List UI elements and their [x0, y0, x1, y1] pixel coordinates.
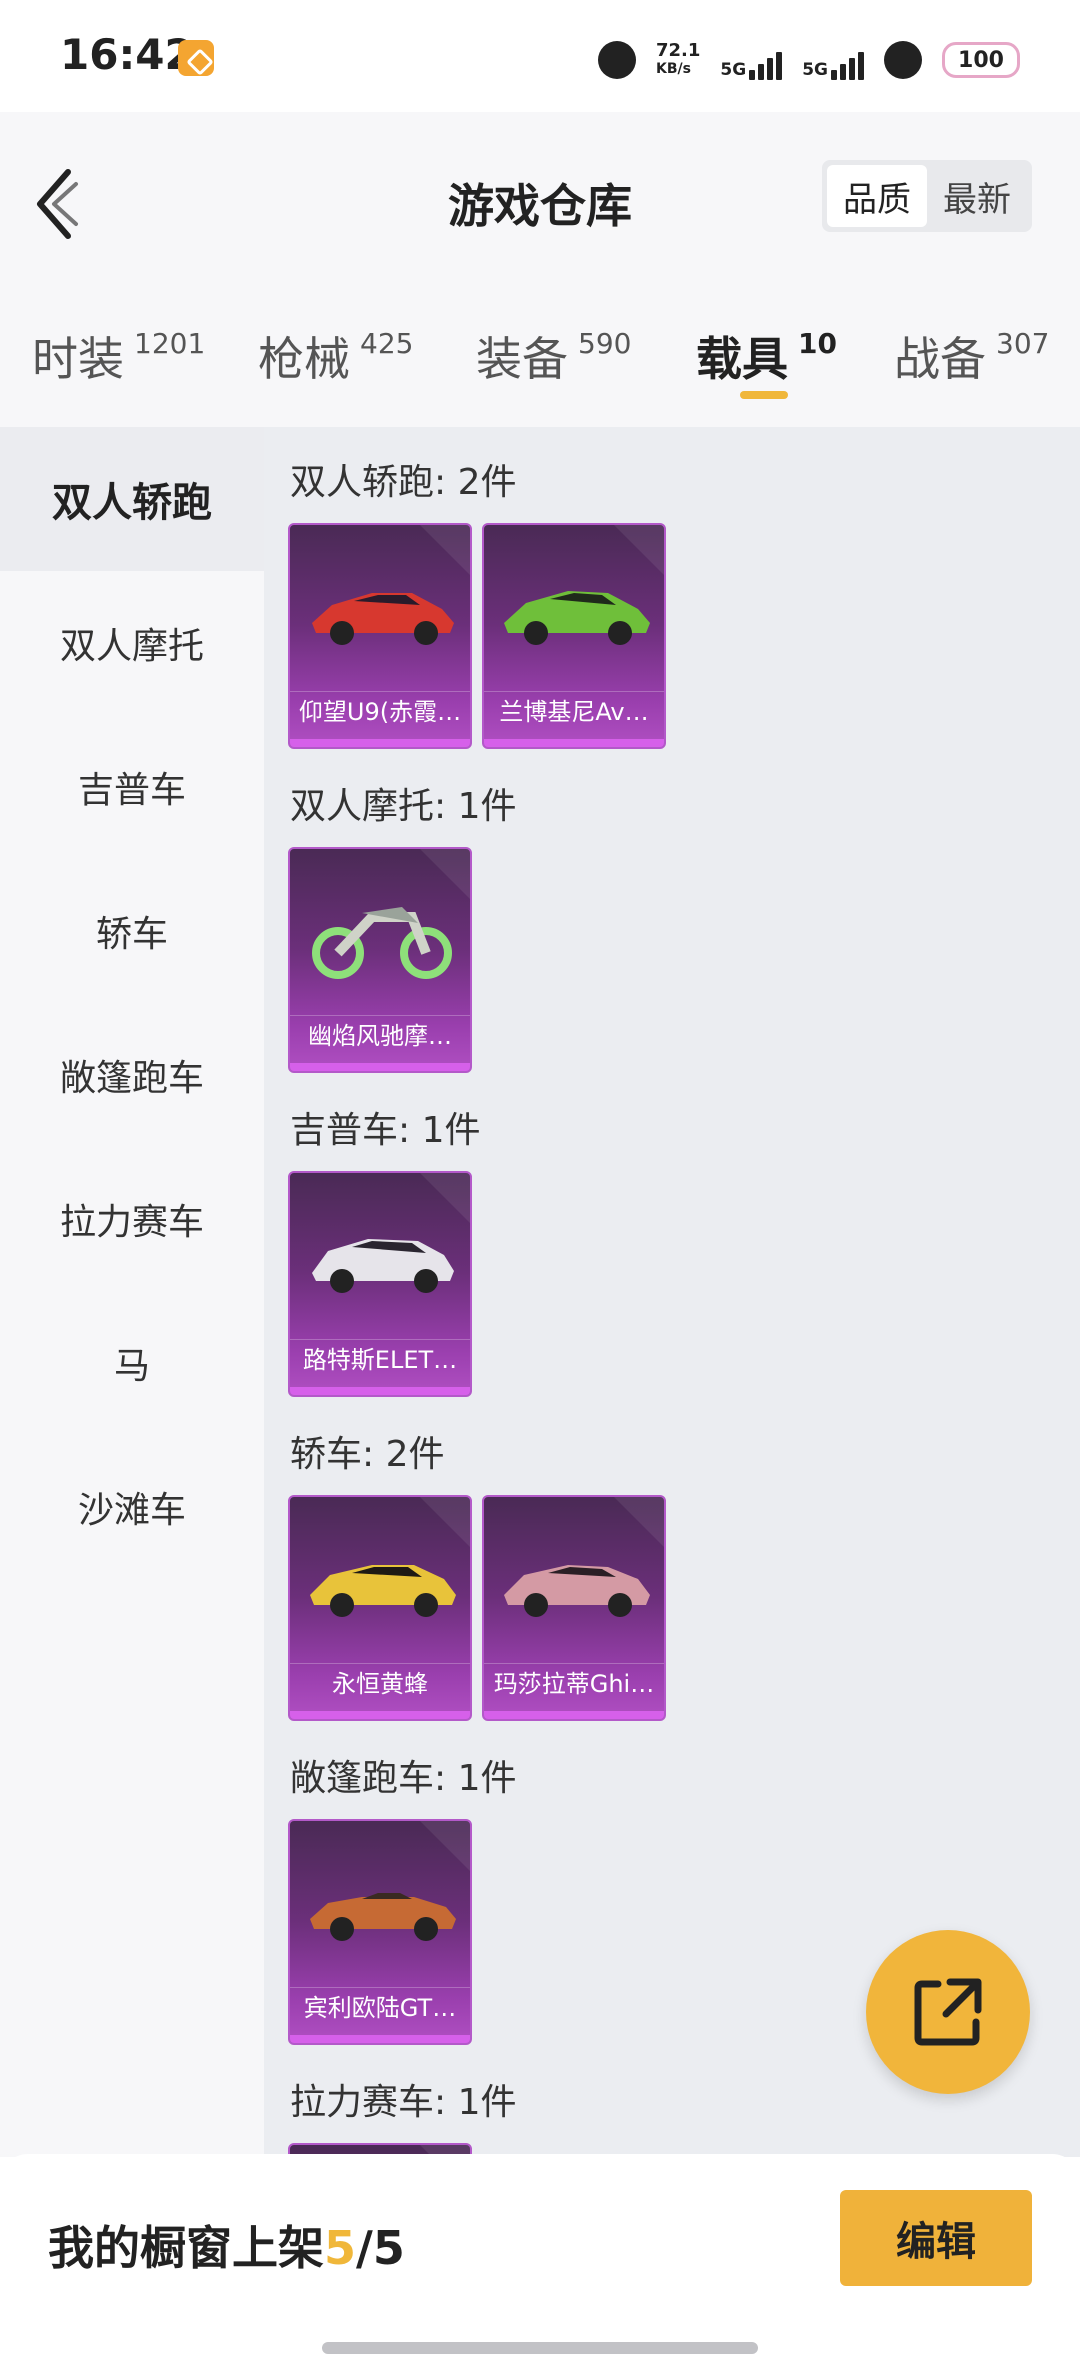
- section-title: 吉普车: 1件: [290, 1110, 481, 1151]
- vehicle-type-sidebar: 双人轿跑 双人摩托 吉普车 轿车 敞篷跑车 拉力赛车 马 沙滩车: [0, 427, 264, 2157]
- page-header: 游戏仓库 品质 最新: [0, 112, 1080, 287]
- tab-readiness[interactable]: 战备 307: [894, 323, 1049, 389]
- tab-count: 10: [798, 327, 837, 360]
- showcase-status: 我的橱窗上架5/5: [48, 2212, 405, 2278]
- signal-bars-icon: [749, 52, 783, 80]
- section-title: 拉力赛车: 1件: [290, 2082, 517, 2123]
- sidebar-item-horse[interactable]: 马: [0, 1291, 264, 1435]
- vehicle-card-name: 兰博基尼Av…: [484, 691, 664, 731]
- car-pink-icon: [504, 1565, 650, 1617]
- sidebar-item-2seat-moto[interactable]: 双人摩托: [0, 571, 264, 715]
- home-indicator[interactable]: [322, 2342, 758, 2354]
- showcase-bar: 我的橱窗上架5/5 编辑: [0, 2154, 1080, 2376]
- vehicle-card[interactable]: 路特斯ELET…: [288, 1171, 472, 1397]
- sidebar-item-jeep[interactable]: 吉普车: [0, 715, 264, 859]
- rarity-strip: [484, 739, 664, 747]
- battery-indicator: 100: [942, 42, 1020, 78]
- tab-fashion[interactable]: 时装 1201: [32, 323, 205, 389]
- vehicle-card-name: 仰望U9(赤霞…: [290, 691, 470, 731]
- signal-5g-1-label: 5G: [720, 60, 747, 80]
- vehicle-card-name: 幽焰风驰摩…: [290, 1015, 470, 1055]
- vehicle-card-name: 路特斯ELET…: [290, 1339, 470, 1379]
- tab-guns[interactable]: 枪械 425: [258, 323, 413, 389]
- tab-label: 枪械: [258, 332, 350, 386]
- tab-vehicles[interactable]: 载具 10: [696, 323, 837, 389]
- tab-label: 载具: [696, 332, 788, 386]
- sort-toggle: 品质 最新: [822, 160, 1032, 232]
- app-notification-icon: [178, 40, 214, 76]
- vehicle-card[interactable]: 宾利欧陆GT…: [288, 1819, 472, 2045]
- car-orange-convertible-icon: [310, 1893, 456, 1941]
- rarity-strip: [484, 1711, 664, 1719]
- alarm-icon: [597, 41, 636, 79]
- wifi-icon: [884, 41, 922, 79]
- vehicle-card[interactable]: 仰望U9(赤霞…: [288, 523, 472, 749]
- vehicle-card[interactable]: 玛莎拉蒂Ghi…: [482, 1495, 666, 1721]
- signal-bars-icon: [831, 52, 864, 80]
- active-tab-indicator: [740, 391, 788, 399]
- sidebar-item-beach-buggy[interactable]: 沙滩车: [0, 1435, 264, 1579]
- tab-label: 时装: [32, 332, 124, 386]
- sidebar-item-2seat-coupe[interactable]: 双人轿跑: [0, 427, 264, 571]
- tab-count: 307: [996, 327, 1050, 360]
- sidebar-item-convertible[interactable]: 敞篷跑车: [0, 1003, 264, 1147]
- vehicle-list: 双人轿跑: 2件 仰望U9(赤霞… 兰博基尼Av… 双人摩托: 1件 幽焰风驰摩…: [264, 427, 1080, 2157]
- rarity-strip: [290, 1063, 470, 1071]
- signal-5g-1: 5G: [720, 40, 783, 80]
- tab-count: 590: [578, 327, 632, 360]
- section-title: 敞篷跑车: 1件: [290, 1758, 517, 1799]
- sidebar-item-sedan[interactable]: 轿车: [0, 859, 264, 1003]
- rarity-strip: [290, 739, 470, 747]
- section-title: 双人轿跑: 2件: [290, 462, 517, 503]
- vehicle-card[interactable]: 幽焰风驰摩…: [288, 847, 472, 1073]
- tab-count: 425: [360, 327, 414, 360]
- car-red-icon: [312, 593, 454, 645]
- section-title: 双人摩托: 1件: [290, 786, 517, 827]
- status-time: 16:42: [60, 30, 194, 79]
- signal-5g-2: 5G: [802, 40, 864, 80]
- rarity-strip: [290, 1711, 470, 1719]
- share-export-icon: [914, 1978, 982, 2046]
- network-speed-unit: KB/s: [655, 61, 691, 77]
- sidebar-item-rally[interactable]: 拉力赛车: [0, 1147, 264, 1291]
- status-icons: 72.1 KB/s 5G 5G 100: [597, 36, 1020, 84]
- car-green-icon: [504, 591, 650, 645]
- vehicle-card[interactable]: 兰博基尼Av…: [482, 523, 666, 749]
- share-export-button[interactable]: [866, 1930, 1030, 2094]
- showcase-label: 我的橱窗上架: [48, 2221, 324, 2275]
- vehicle-card-name: 永恒黄蜂: [290, 1663, 470, 1703]
- vehicle-card[interactable]: 永恒黄蜂: [288, 1495, 472, 1721]
- tab-label: 装备: [476, 332, 568, 386]
- sort-quality-button[interactable]: 品质: [827, 165, 927, 227]
- network-speed: 72.1 KB/s: [656, 42, 700, 78]
- edit-button[interactable]: 编辑: [840, 2190, 1032, 2286]
- showcase-count: 5: [324, 2221, 357, 2275]
- category-tabs: 时装 1201 枪械 425 装备 590 载具 10 战备 307: [0, 287, 1080, 427]
- car-white-suv-icon: [312, 1239, 454, 1293]
- signal-5g-2-label: 5G: [802, 60, 828, 80]
- tab-label: 战备: [894, 332, 986, 386]
- sort-latest-button[interactable]: 最新: [927, 165, 1027, 227]
- status-bar: 16:42 72.1 KB/s 5G 5G 100: [0, 0, 1080, 112]
- vehicle-card-name: 玛莎拉蒂Ghi…: [484, 1663, 664, 1703]
- car-yellow-icon: [310, 1565, 456, 1617]
- section-title: 轿车: 2件: [290, 1434, 445, 1475]
- rarity-strip: [290, 2035, 470, 2043]
- tab-count: 1201: [134, 327, 206, 360]
- rarity-strip: [290, 1387, 470, 1395]
- motorcycle-icon: [312, 907, 452, 979]
- network-speed-value: 72.1: [655, 40, 701, 61]
- vehicle-card-name: 宾利欧陆GT…: [290, 1987, 470, 2027]
- tab-equipment[interactable]: 装备 590: [476, 323, 631, 389]
- showcase-total: /5: [356, 2221, 405, 2275]
